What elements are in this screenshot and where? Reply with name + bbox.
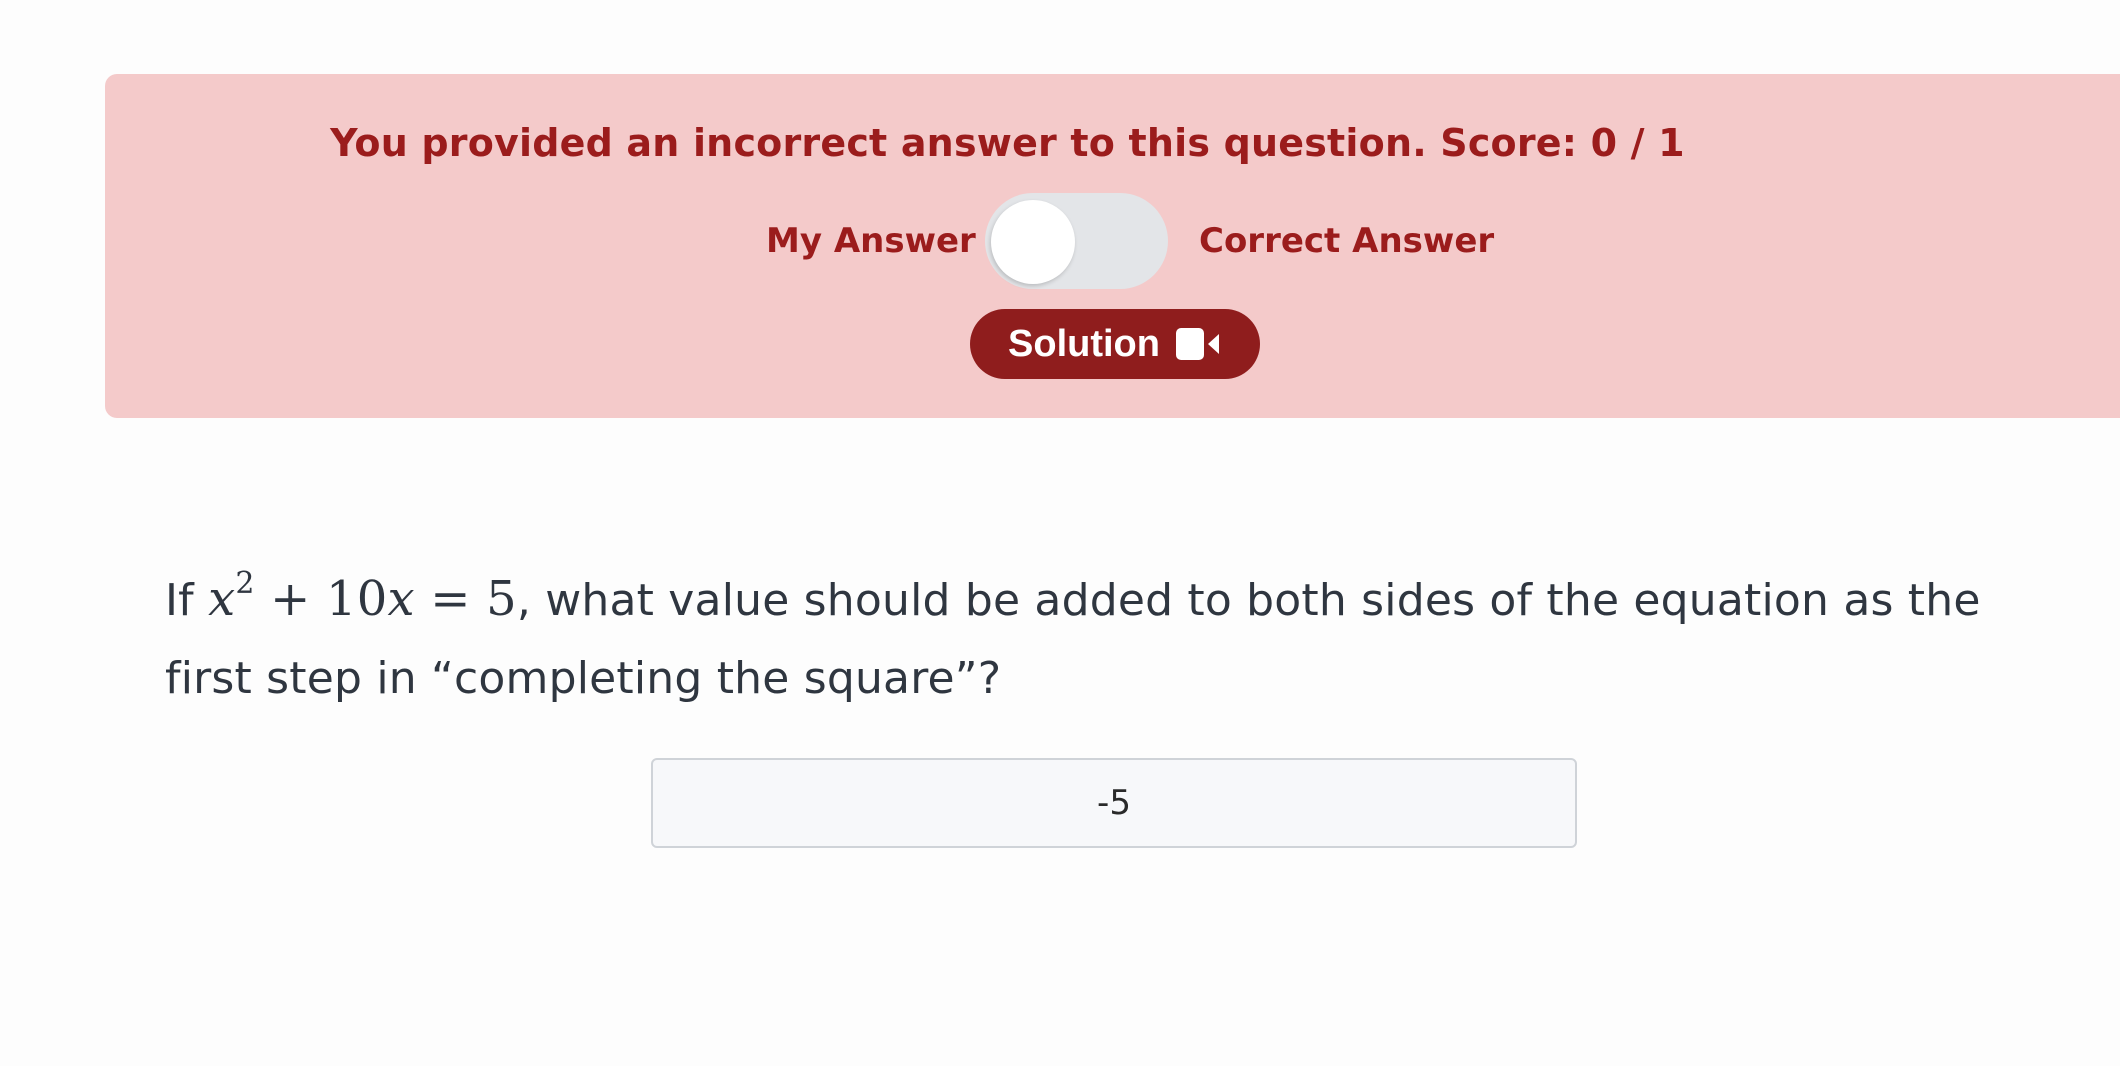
- math-variable: x: [208, 571, 236, 627]
- math-constant: 5: [486, 571, 517, 627]
- equation: x2 + 10x = 5: [208, 569, 517, 628]
- toggle-knob[interactable]: [991, 200, 1075, 284]
- math-operator: +: [254, 571, 326, 627]
- math-exponent: 2: [235, 566, 255, 601]
- solution-button[interactable]: Solution: [970, 309, 1260, 379]
- math-operator: =: [414, 571, 487, 627]
- math-variable: x: [387, 571, 415, 627]
- answer-field[interactable]: -5: [651, 758, 1577, 848]
- question-prefix: If: [165, 575, 209, 626]
- my-answer-label[interactable]: My Answer: [766, 219, 976, 263]
- answer-toggle-switch[interactable]: [985, 193, 1168, 289]
- video-camera-icon: [1175, 326, 1222, 362]
- math-coefficient: 10: [325, 571, 388, 627]
- feedback-message: You provided an incorrect answer to this…: [330, 121, 1685, 165]
- correct-answer-label[interactable]: Correct Answer: [1199, 219, 1494, 263]
- answer-value: -5: [1097, 783, 1131, 823]
- answer-toggle-row: My Answer Correct Answer: [0, 193, 2120, 289]
- solution-button-label: Solution: [1008, 323, 1160, 365]
- question-text: If x2 + 10x = 5, what value should be ad…: [165, 560, 2065, 718]
